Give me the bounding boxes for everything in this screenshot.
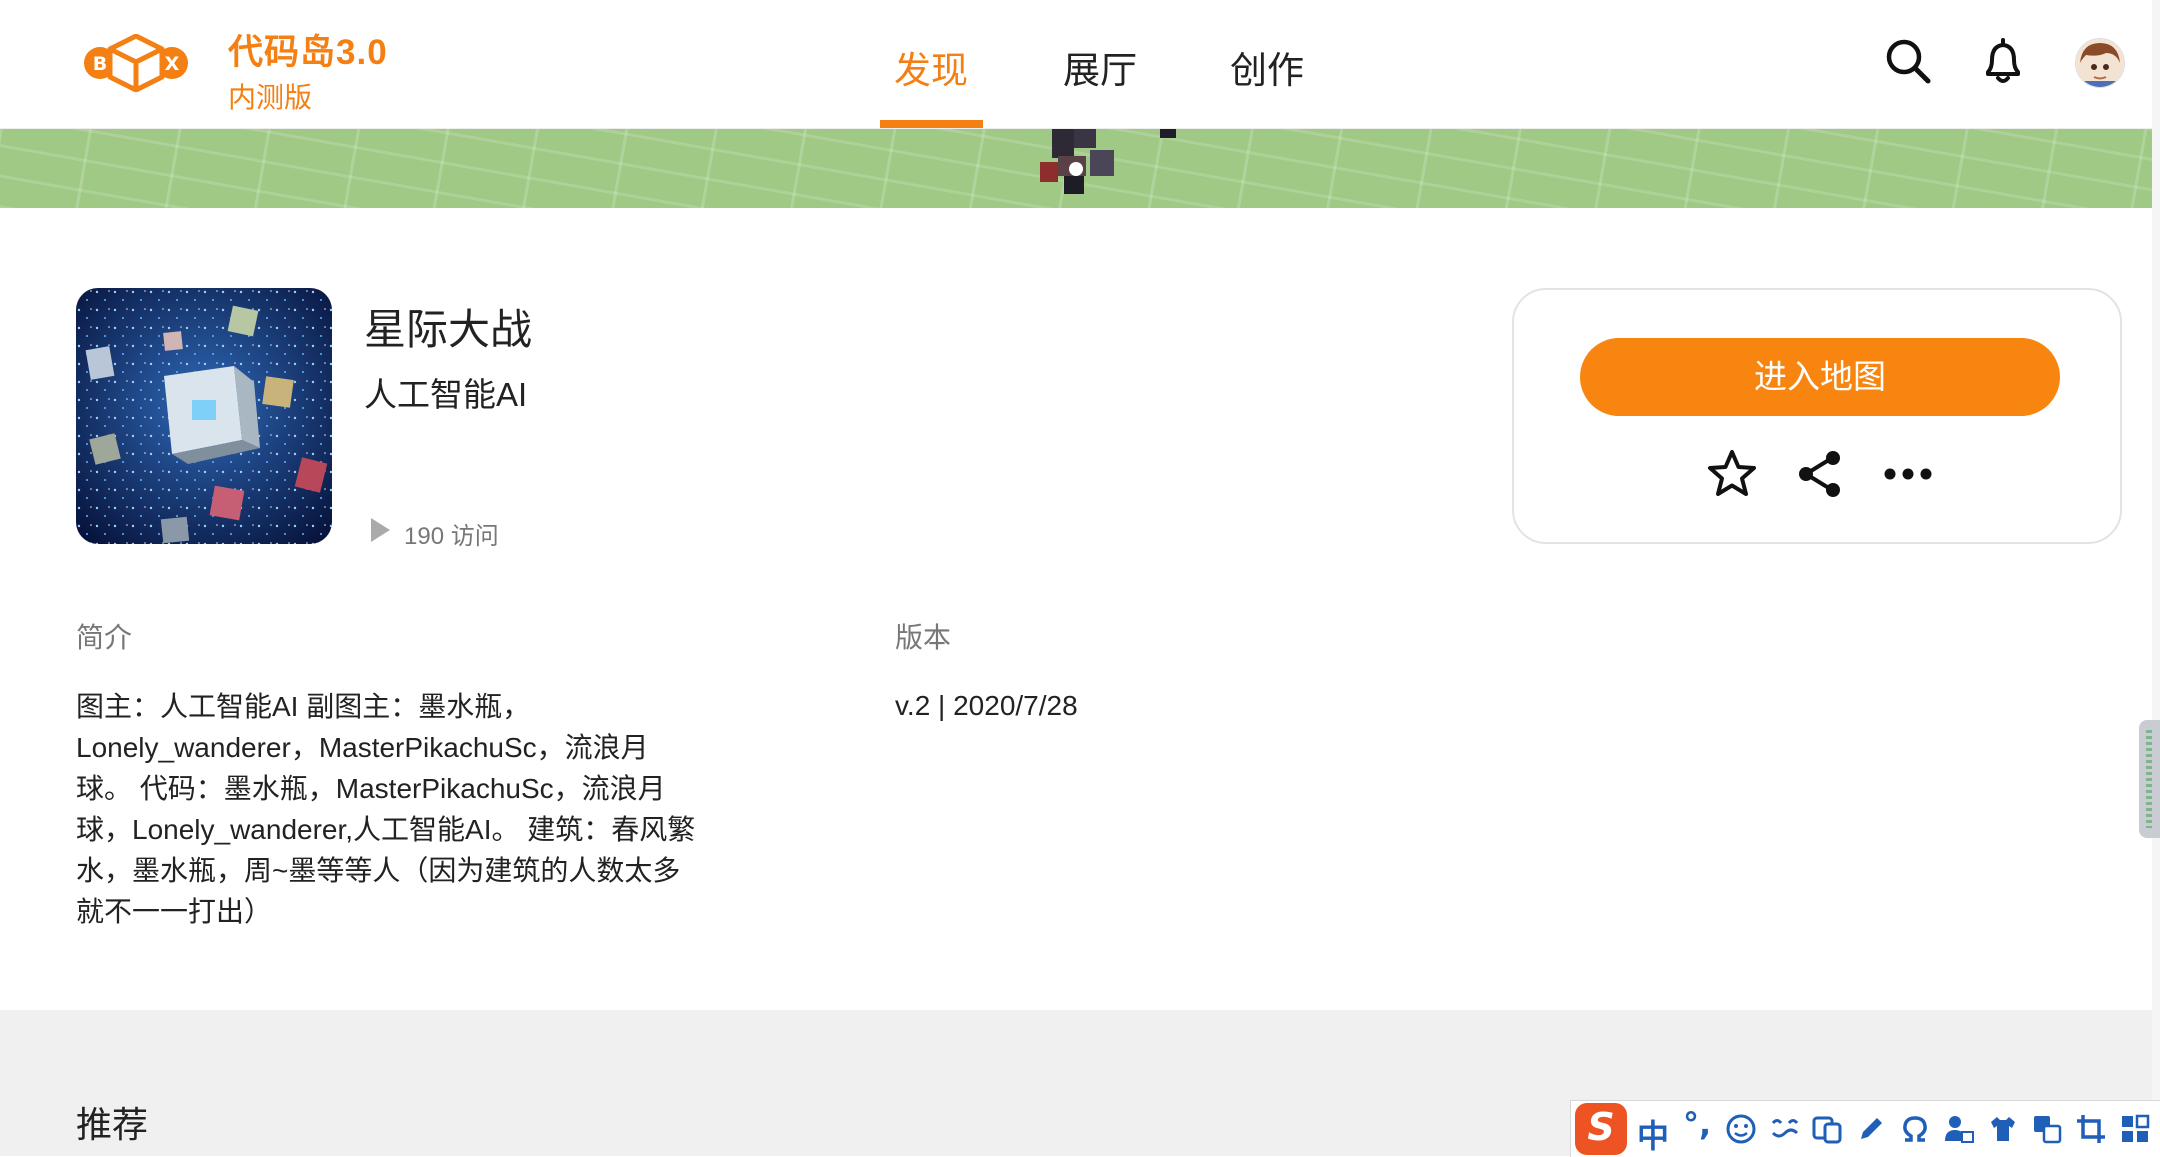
scroll-widget-handle[interactable] <box>2139 720 2160 838</box>
top-header: B X 代码岛3.0 内测版 发现 展厅 创作 <box>0 0 2152 129</box>
map-action-card: 进入地图 <box>1512 288 2122 544</box>
intro-label: 简介 <box>76 622 133 653</box>
logo-letter-b: B <box>93 53 107 75</box>
logo-icon[interactable]: B X <box>78 33 194 93</box>
shirt-icon[interactable] <box>1987 1113 2019 1145</box>
play-icon <box>371 518 390 542</box>
screen-icon[interactable] <box>1811 1113 1843 1145</box>
bell-icon[interactable] <box>1978 36 2028 86</box>
more-icon[interactable] <box>1882 448 1934 500</box>
map-cover-image <box>76 288 332 544</box>
intro-text: 图主：人工智能AI 副图主：墨水瓶，Lonely_wanderer，Master… <box>76 691 696 927</box>
share-icon[interactable] <box>1794 448 1846 500</box>
ime-logo-icon[interactable]: S <box>1575 1103 1627 1155</box>
crop-icon[interactable] <box>2075 1113 2107 1145</box>
visit-count-text: 190 访问 <box>404 523 499 550</box>
app-title[interactable]: 代码岛3.0 <box>228 24 388 75</box>
enter-map-button[interactable]: 进入地图 <box>1580 338 2060 416</box>
version-text: v.2 | 2020/7/28 <box>895 690 1078 721</box>
page-scrollbar[interactable] <box>2152 0 2160 1156</box>
active-tab-indicator <box>880 120 983 128</box>
user-icon[interactable] <box>1943 1113 1975 1145</box>
logo-letter-x: X <box>165 53 180 75</box>
tab-create[interactable]: 创作 <box>1230 40 1304 94</box>
tab-discover[interactable]: 发现 <box>894 40 968 94</box>
emoji-icon[interactable] <box>1725 1113 1757 1145</box>
app-subtitle: 内测版 <box>228 82 313 113</box>
avatar[interactable] <box>2075 38 2125 88</box>
version-label: 版本 <box>895 622 952 653</box>
grid-icon[interactable] <box>2119 1113 2151 1145</box>
map-author-link[interactable]: 人工智能AI <box>364 368 527 416</box>
carousel-indicator-dot[interactable] <box>1069 162 1083 176</box>
ime-toolbar: S 中 °, <box>1570 1100 2160 1157</box>
translate-icon[interactable] <box>2031 1113 2063 1145</box>
pen-icon[interactable] <box>1855 1113 1887 1145</box>
map-title: 星际大战 <box>364 306 533 353</box>
scroll-widget-bars <box>2146 730 2152 828</box>
ime-punct-toggle[interactable]: °, <box>1683 1105 1711 1143</box>
tab-gallery[interactable]: 展厅 <box>1063 40 1137 94</box>
ime-logo-letter: S <box>1587 1105 1615 1149</box>
banner-character-image <box>1020 128 1180 198</box>
voice-icon[interactable] <box>1769 1113 1801 1145</box>
ime-mode-toggle[interactable]: 中 <box>1637 1111 1669 1157</box>
recommend-title: 推荐 <box>76 1104 149 1145</box>
omega-icon[interactable] <box>1899 1113 1931 1145</box>
search-icon[interactable] <box>1883 36 1933 86</box>
star-icon[interactable] <box>1706 448 1758 500</box>
